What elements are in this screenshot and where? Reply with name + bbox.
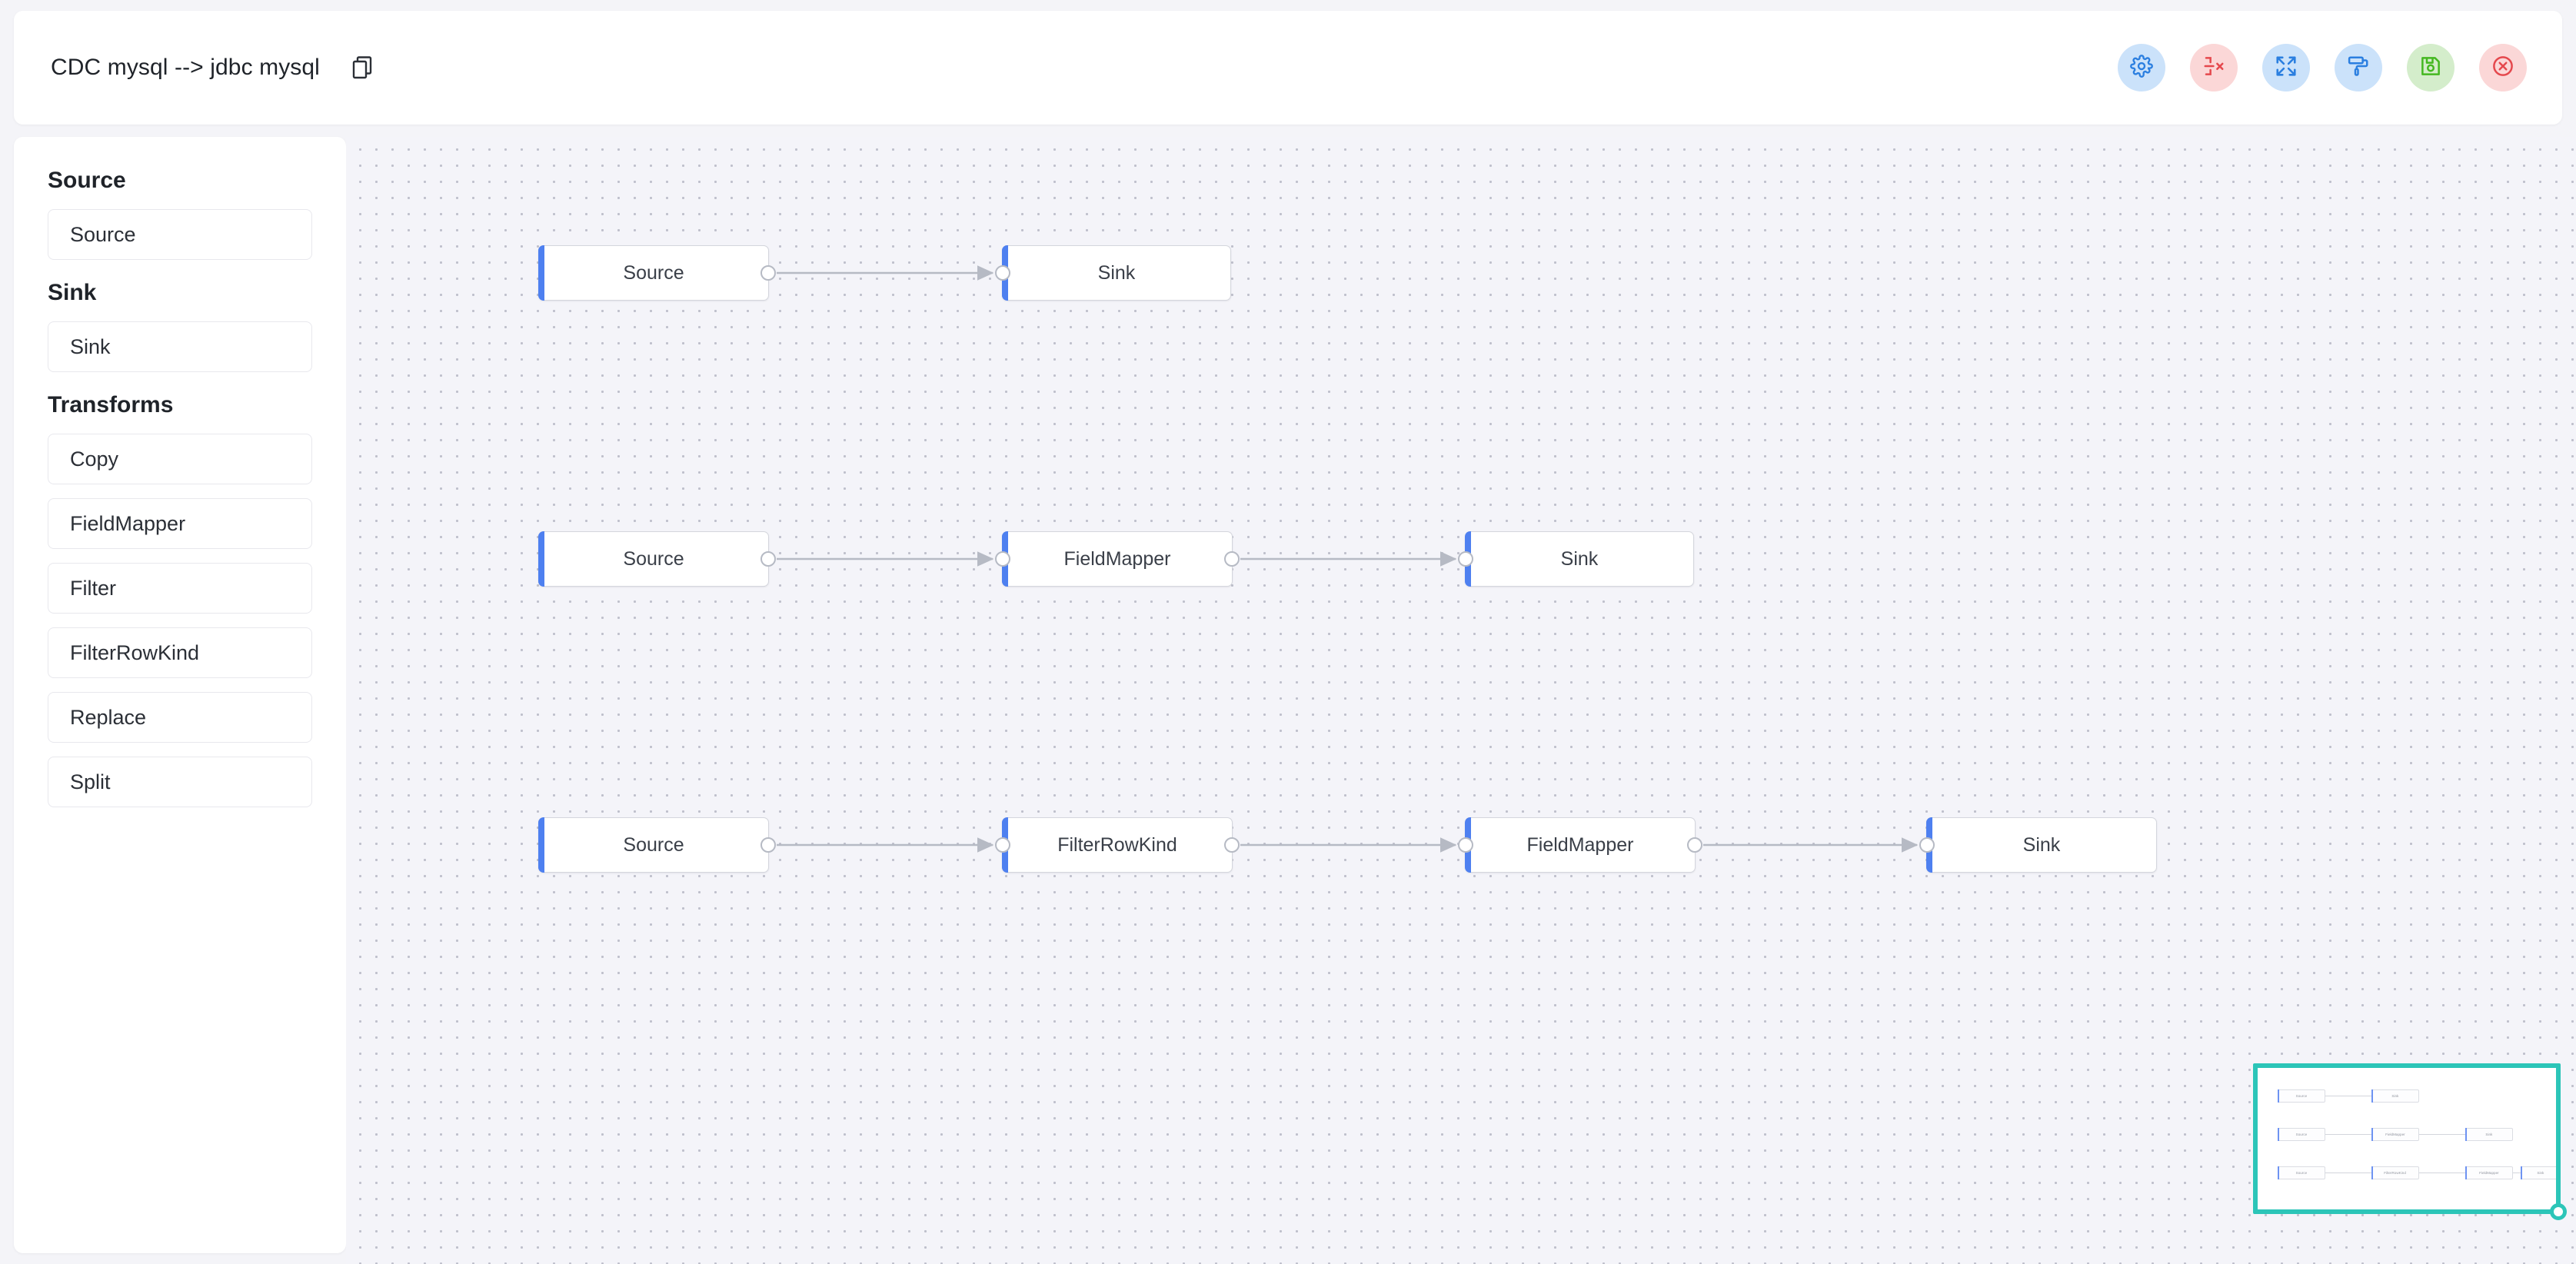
palette-item-fieldmapper[interactable]: FieldMapper <box>48 498 312 549</box>
palette-item-filter[interactable]: Filter <box>48 563 312 614</box>
minimap-node: Source <box>2278 1089 2325 1103</box>
graph-node-label: FilterRowKind <box>1057 833 1177 856</box>
minimap-node-label: FilterRowKind <box>2384 1170 2407 1176</box>
graph-node[interactable]: Source <box>538 817 776 873</box>
palette-item-split[interactable]: Split <box>48 757 312 807</box>
node-input-handle[interactable] <box>995 837 1010 853</box>
workflow-canvas[interactable]: Source Sink Source FieldMapper Sink Source Fil… <box>346 137 2576 1264</box>
graph-node[interactable]: FieldMapper <box>1458 817 1702 873</box>
graph-node-label: FieldMapper <box>1526 833 1634 856</box>
graph-node-label: Sink <box>2022 833 2061 856</box>
minimap[interactable]: Source Sink Source FieldMapper Sink Source Fil… <box>2253 1063 2567 1220</box>
graph-node[interactable]: Sink <box>1458 531 1694 587</box>
minimap-node: FieldMapper <box>2465 1166 2513 1179</box>
palette-section-title: Source <box>48 168 126 193</box>
palette-item-source[interactable]: Source <box>48 209 312 260</box>
minimap-node: Source <box>2278 1166 2325 1179</box>
close-button[interactable] <box>2479 44 2527 91</box>
graph-node[interactable]: FilterRowKind <box>995 817 1240 873</box>
format-button[interactable] <box>2335 44 2382 91</box>
header-toolbar <box>2118 44 2527 91</box>
node-input-handle[interactable] <box>995 265 1010 281</box>
graph-node[interactable]: Sink <box>995 245 1231 301</box>
graph-node[interactable]: Source <box>538 531 776 587</box>
node-input-handle[interactable] <box>1458 551 1473 567</box>
palette-item-filterrowkind[interactable]: FilterRowKind <box>48 627 312 678</box>
graph-node-label: Sink <box>1097 261 1136 284</box>
close-circle-icon <box>2491 55 2514 81</box>
save-button[interactable] <box>2407 44 2455 91</box>
graph-node-label: Source <box>623 547 684 570</box>
minimap-node: Sink <box>2465 1128 2513 1141</box>
graph-node-label: FieldMapper <box>1063 547 1171 570</box>
page-title: CDC mysql --> jdbc mysql <box>51 55 320 80</box>
graph-node-label: Sink <box>1560 547 1599 570</box>
app-header: CDC mysql --> jdbc mysql <box>14 11 2562 125</box>
minimap-node: Source <box>2278 1128 2325 1141</box>
node-output-handle[interactable] <box>760 265 776 281</box>
node-output-handle[interactable] <box>1687 837 1702 853</box>
minimap-node-label: Source <box>2295 1132 2308 1137</box>
node-output-handle[interactable] <box>760 551 776 567</box>
node-input-handle[interactable] <box>995 551 1010 567</box>
node-output-handle[interactable] <box>1224 551 1240 567</box>
node-output-handle[interactable] <box>760 837 776 853</box>
palette-item-sink[interactable]: Sink <box>48 321 312 372</box>
graph-node-label: Source <box>623 261 684 284</box>
minimap-node-label: Source <box>2295 1093 2308 1099</box>
minimap-node-label: Sink <box>2391 1093 2399 1099</box>
paint-roller-icon <box>2347 55 2370 81</box>
palette-section-title: Sink <box>48 280 97 305</box>
minimap-node: Sink <box>2521 1166 2556 1179</box>
minimap-node-label: Sink <box>2537 1170 2544 1176</box>
node-palette-sidebar: Source Source Sink Sink Transforms Copy FieldM… <box>14 137 346 1253</box>
node-input-handle[interactable] <box>1458 837 1473 853</box>
palette-item-copy[interactable]: Copy <box>48 434 312 484</box>
fit-view-button[interactable] <box>2262 44 2310 91</box>
minimap-node-label: Source <box>2295 1170 2308 1176</box>
edge-layer <box>777 265 1919 853</box>
minimap-node-label: FieldMapper <box>2385 1132 2405 1137</box>
node-output-handle[interactable] <box>1224 837 1240 853</box>
save-disk-icon <box>2419 55 2442 81</box>
header-left-group: CDC mysql --> jdbc mysql <box>51 55 2118 81</box>
delete-node-button[interactable] <box>2190 44 2238 91</box>
copy-icon[interactable] <box>349 55 375 81</box>
minimap-node: FieldMapper <box>2371 1128 2419 1141</box>
node-delete-icon <box>2202 55 2225 81</box>
minimap-resize-handle[interactable] <box>2550 1203 2567 1220</box>
palette-item-replace[interactable]: Replace <box>48 692 312 743</box>
minimap-node-label: FieldMapper <box>2479 1170 2499 1176</box>
palette-section-title: Transforms <box>48 392 174 417</box>
graph-node[interactable]: Sink <box>1919 817 2157 873</box>
minimap-node-label: Sink <box>2485 1132 2493 1137</box>
expand-arrows-icon <box>2275 55 2298 81</box>
settings-button[interactable] <box>2118 44 2165 91</box>
graph-node[interactable]: FieldMapper <box>995 531 1240 587</box>
graph-node-label: Source <box>623 833 684 856</box>
workflow-editor-app: CDC mysql --> jdbc mysql Source Source S… <box>0 0 2576 1264</box>
minimap-node: FilterRowKind <box>2371 1166 2419 1179</box>
minimap-content: Source Sink Source FieldMapper Sink Source Fil… <box>2258 1068 2556 1209</box>
graph-node[interactable]: Source <box>538 245 776 301</box>
gear-icon <box>2130 54 2153 81</box>
node-input-handle[interactable] <box>1919 837 1935 853</box>
minimap-node: Sink <box>2371 1089 2419 1103</box>
